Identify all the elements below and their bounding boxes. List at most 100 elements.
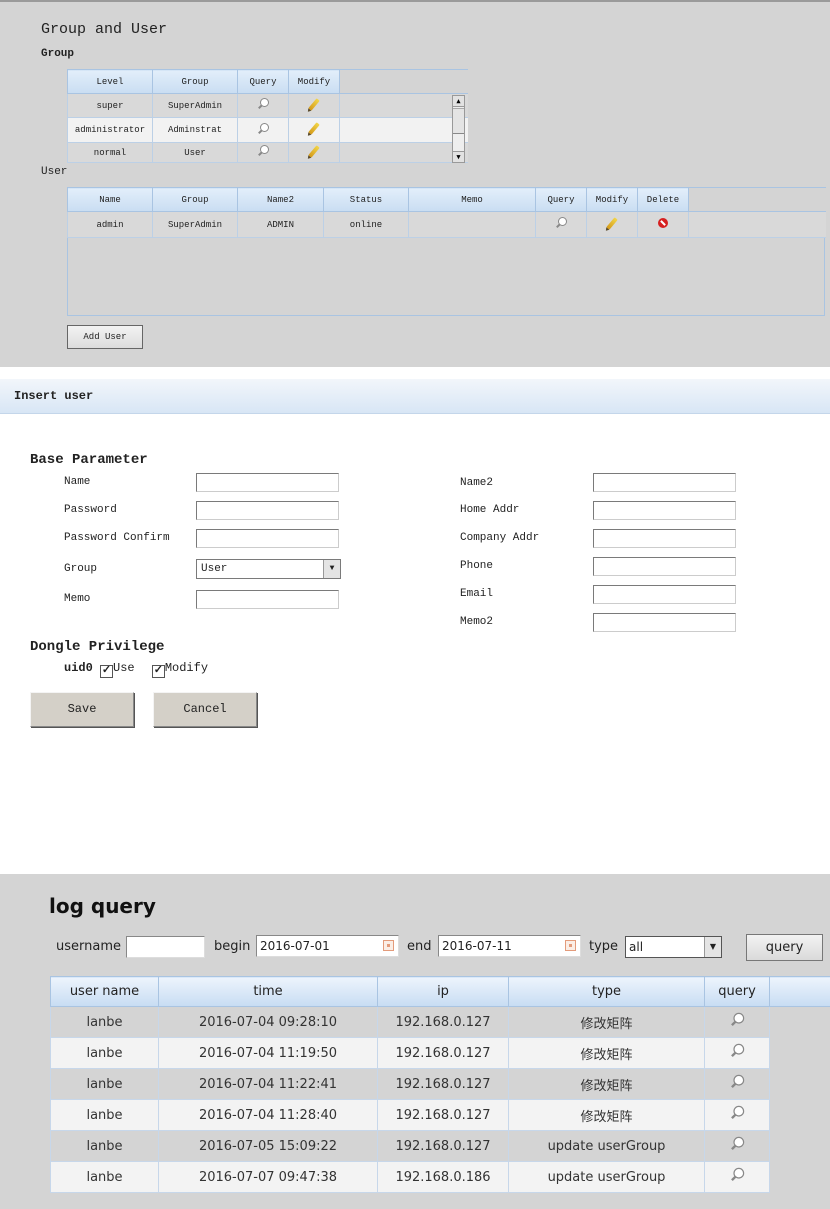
group-table: Level Group Query Modify super SuperAdmi… — [67, 69, 468, 163]
cancel-button[interactable]: Cancel — [153, 692, 257, 727]
phone-label: Phone — [460, 560, 494, 572]
column-header[interactable]: Memo — [408, 187, 536, 212]
magnifier-icon[interactable] — [257, 145, 269, 157]
password-confirm-input[interactable] — [196, 529, 339, 548]
name2-input[interactable] — [593, 473, 736, 492]
email-label: Email — [460, 588, 494, 600]
magnifier-icon[interactable] — [730, 1167, 745, 1182]
column-header[interactable]: Name2 — [237, 187, 324, 212]
pencil-icon[interactable] — [308, 122, 320, 135]
home-addr-input[interactable] — [593, 501, 736, 520]
chevron-down-icon[interactable]: ▼ — [704, 937, 721, 957]
end-date-input[interactable]: 2016-07-11 — [438, 935, 581, 957]
log-time: 2016-07-04 11:22:41 — [158, 1068, 378, 1100]
magnifier-icon[interactable] — [730, 1105, 745, 1120]
column-header[interactable]: type — [508, 976, 705, 1007]
column-header[interactable]: Modify — [288, 69, 340, 94]
group-table-scrollbar[interactable]: ▲ ▼ — [452, 95, 465, 163]
magnifier-icon[interactable] — [730, 1074, 745, 1089]
column-header[interactable]: Query — [535, 187, 587, 212]
add-user-button[interactable]: Add User — [67, 325, 143, 349]
name2-label: Name2 — [460, 477, 494, 489]
email-input[interactable] — [593, 585, 736, 604]
dongle-uid: uid0 — [64, 661, 93, 675]
save-button[interactable]: Save — [30, 692, 134, 727]
log-user: lanbe — [50, 1161, 159, 1193]
column-header[interactable]: Group — [152, 187, 238, 212]
username-label: username — [56, 939, 121, 954]
column-header[interactable]: Name — [67, 187, 153, 212]
scroll-down-arrow-icon[interactable]: ▼ — [453, 151, 464, 162]
column-header[interactable]: Level — [67, 69, 153, 94]
insert-user-title: Insert user — [14, 389, 94, 403]
log-type: 修改矩阵 — [508, 1037, 705, 1069]
password-input[interactable] — [196, 501, 339, 520]
magnifier-icon[interactable] — [730, 1043, 745, 1058]
log-type: update userGroup — [508, 1130, 705, 1162]
magnifier-icon[interactable] — [257, 98, 269, 110]
log-user: lanbe — [50, 1068, 159, 1100]
pencil-icon[interactable] — [308, 97, 320, 111]
log-user: lanbe — [50, 1006, 159, 1038]
table-row: lanbe 2016-07-04 09:28:10 192.168.0.127 … — [50, 1006, 830, 1038]
modify-checkbox[interactable]: ✓ — [151, 665, 165, 678]
log-type: 修改矩阵 — [508, 1068, 705, 1100]
column-header[interactable]: Delete — [637, 187, 689, 212]
log-time: 2016-07-04 09:28:10 — [158, 1006, 378, 1038]
user-table: Name Group Name2 Status Memo Query Modif… — [67, 187, 826, 238]
pencil-icon[interactable] — [308, 144, 320, 158]
column-header[interactable]: query — [704, 976, 770, 1007]
group-heading: Group — [41, 48, 75, 60]
username-input[interactable] — [126, 936, 205, 958]
column-header[interactable]: ip — [377, 976, 509, 1007]
user-memo — [408, 211, 536, 238]
log-type: update userGroup — [508, 1161, 705, 1193]
column-header[interactable]: Modify — [586, 187, 638, 212]
name-label: Name — [64, 476, 91, 488]
log-time: 2016-07-04 11:19:50 — [158, 1037, 378, 1069]
column-header[interactable]: Status — [323, 187, 409, 212]
calendar-icon[interactable] — [565, 940, 576, 951]
pencil-icon[interactable] — [606, 216, 618, 230]
name-input[interactable] — [196, 473, 339, 492]
memo-label: Memo — [64, 593, 91, 605]
chevron-down-icon[interactable]: ▼ — [323, 560, 340, 578]
column-header-filler — [769, 976, 830, 1007]
query-button[interactable]: query — [746, 934, 823, 961]
table-row: lanbe 2016-07-07 09:47:38 192.168.0.186 … — [50, 1161, 830, 1193]
group-select[interactable]: User ▼ — [196, 559, 341, 579]
group-level: administrator — [67, 117, 153, 143]
magnifier-icon[interactable] — [257, 122, 269, 135]
use-checkbox[interactable]: ✓ — [100, 665, 114, 678]
group-select-value: User — [201, 563, 228, 575]
log-query-panel: log query username begin 2016-07-01 end … — [0, 874, 830, 1209]
magnifier-icon[interactable] — [730, 1012, 745, 1027]
memo2-label: Memo2 — [460, 616, 494, 628]
base-parameter-heading: Base Parameter — [30, 452, 148, 468]
type-select[interactable]: all ▼ — [625, 936, 722, 958]
user-status: online — [323, 211, 409, 238]
column-header[interactable]: Group — [152, 69, 238, 94]
column-header[interactable]: user name — [50, 976, 159, 1007]
group-name: Adminstrat — [152, 117, 238, 143]
phone-input[interactable] — [593, 557, 736, 576]
scroll-thumb[interactable] — [453, 108, 464, 134]
table-row: admin SuperAdmin ADMIN online — [67, 211, 826, 238]
log-table: user name time ip type query lanbe 2016-… — [50, 976, 830, 1193]
company-addr-label: Company Addr — [460, 532, 540, 544]
begin-date-input[interactable]: 2016-07-01 — [256, 935, 399, 957]
log-ip: 192.168.0.127 — [377, 1068, 509, 1100]
memo-input[interactable] — [196, 590, 339, 609]
delete-icon[interactable] — [658, 218, 668, 228]
company-addr-input[interactable] — [593, 529, 736, 548]
scroll-up-arrow-icon[interactable]: ▲ — [453, 96, 464, 107]
magnifier-icon[interactable] — [730, 1136, 745, 1151]
table-row: lanbe 2016-07-05 15:09:22 192.168.0.127 … — [50, 1130, 830, 1162]
magnifier-icon[interactable] — [555, 217, 567, 229]
column-header[interactable]: Query — [237, 69, 289, 94]
column-header[interactable]: time — [158, 976, 378, 1007]
user-name: admin — [67, 211, 153, 238]
memo2-input[interactable] — [593, 613, 736, 632]
column-header-filler — [339, 69, 468, 94]
calendar-icon[interactable] — [383, 940, 394, 951]
